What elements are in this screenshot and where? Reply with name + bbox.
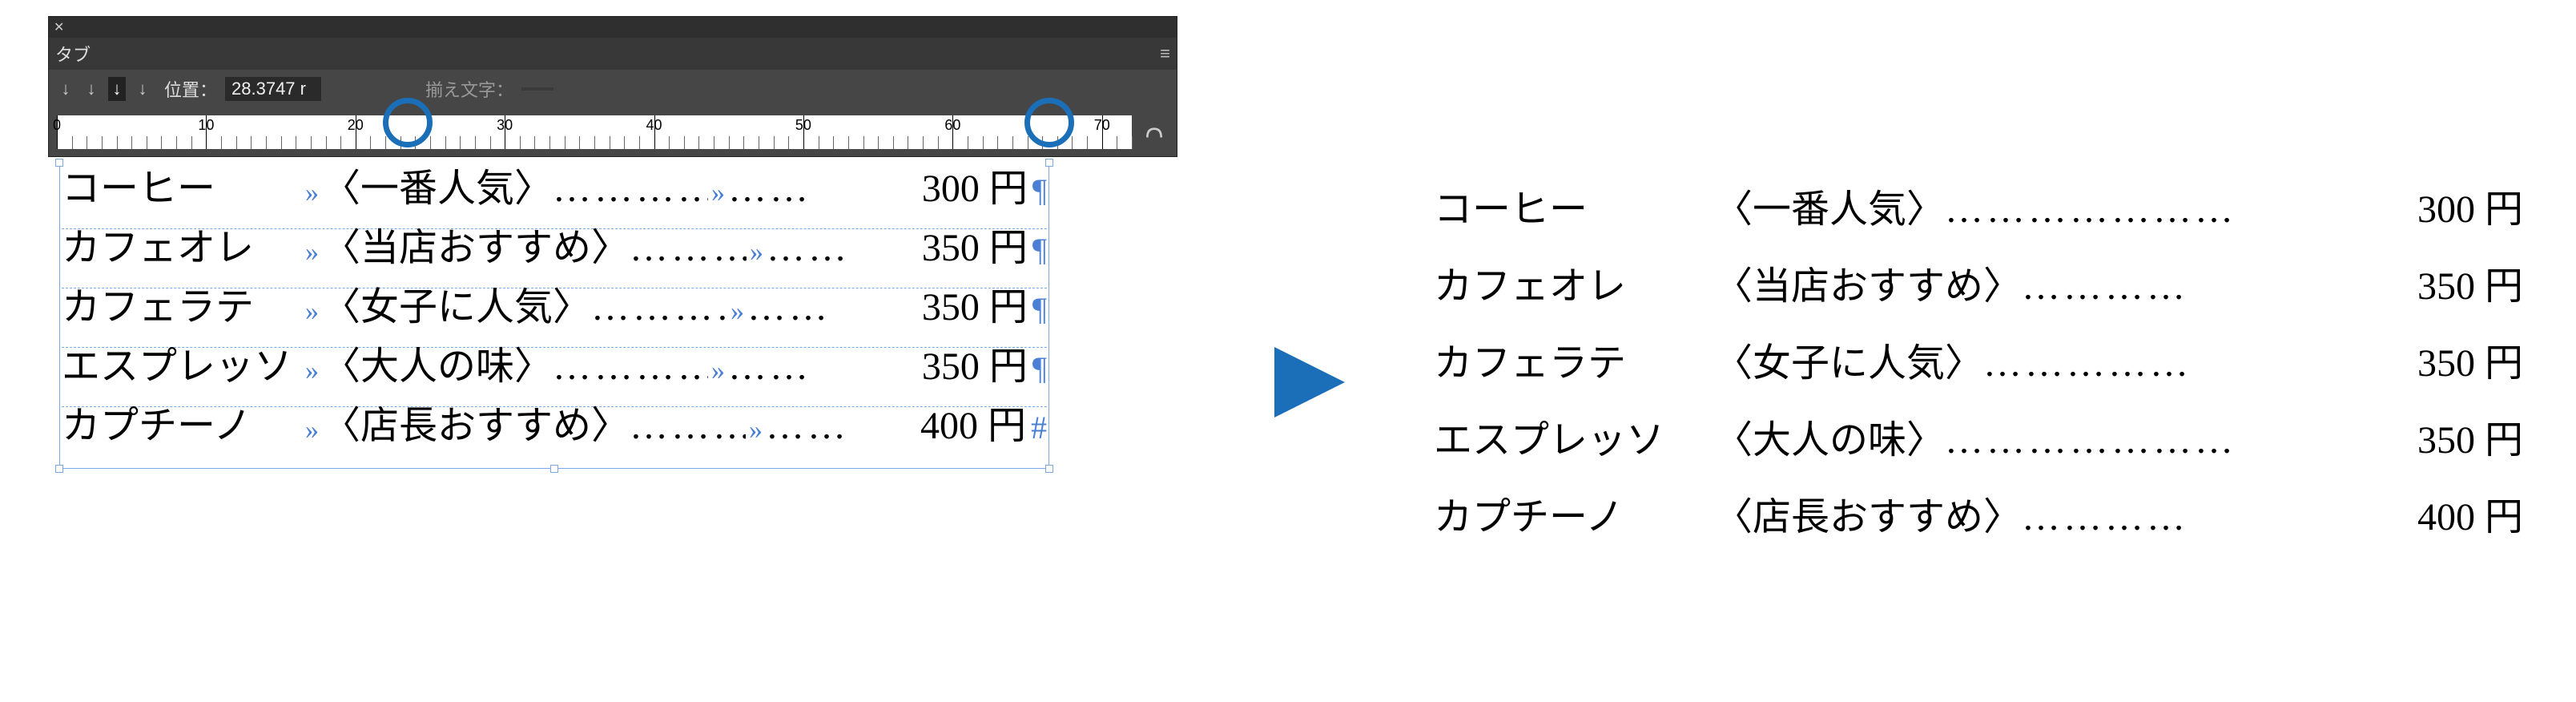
tab-align-decimal-icon[interactable]: ↓	[134, 79, 151, 99]
item-tag: 〈当店おすすめ〉	[1714, 268, 2022, 306]
panel-tab-row: タブ ≡	[49, 38, 1177, 70]
menu-line: エスプレッソ〈大人の味〉…………………350 円	[1434, 422, 2523, 498]
item-name: エスプレッソ	[62, 348, 302, 386]
tab-mark-icon: »	[708, 180, 728, 207]
ruler-tick-label: 40	[646, 117, 662, 134]
item-name: カフェラテ	[62, 288, 302, 327]
item-price: 400 円	[2371, 498, 2523, 537]
item-price: 350 円	[883, 348, 1028, 386]
ruler-tick-label: 0	[53, 117, 61, 134]
leader-input[interactable]	[521, 87, 553, 91]
menu-line: カプチーノ〈店長おすすめ〉…………400 円	[1434, 498, 2523, 575]
leader-dots: …………………	[553, 348, 708, 386]
leader-dots: ……	[728, 170, 883, 208]
leader-dots: …………	[630, 229, 747, 268]
tab-mark-icon: »	[302, 298, 322, 325]
leader-dots: …………	[630, 407, 746, 446]
arrow-right-icon	[1266, 338, 1354, 430]
leader-dots: …………………	[553, 170, 708, 208]
tab-mark-icon: »	[708, 357, 728, 385]
leader-dots: …………	[2022, 268, 2371, 306]
position-input[interactable]: 28.3747 r	[225, 77, 321, 101]
tab-mark-icon: »	[302, 180, 322, 207]
item-name: カフェオレ	[1434, 268, 1690, 306]
position-label: 位置：	[164, 76, 217, 102]
item-price: 350 円	[2371, 268, 2523, 306]
leader-dots: ……	[747, 288, 883, 327]
tab-align-center-icon[interactable]: ↓	[83, 79, 100, 99]
leader-dots: ……	[766, 407, 882, 446]
menu-line[interactable]: カプチーノ»〈店長おすすめ〉…………»……400 円#	[62, 407, 1047, 466]
ruler-row: 0 10 20 30 40 50 60 70	[49, 108, 1177, 156]
leader-dots: …………………	[1945, 422, 2371, 460]
tab-mark-icon: »	[302, 417, 322, 444]
item-price: 350 円	[883, 288, 1028, 327]
item-tag: 〈店長おすすめ〉	[322, 407, 630, 446]
tabs-panel: ✕ タブ ≡ ↓ ↓ ↓ ↓ 位置： 28.3747 r 揃え文字： 0 10 20…	[48, 16, 1177, 157]
menu-line[interactable]: コーヒー»〈一番人気〉…………………»……300 円¶	[62, 170, 1047, 229]
leader-dots: ……	[767, 229, 883, 268]
leader-dots: ……………	[591, 288, 727, 327]
tab-mark-icon: »	[302, 357, 322, 385]
panel-title[interactable]: タブ	[55, 41, 91, 67]
item-price: 300 円	[883, 170, 1028, 208]
item-tag: 〈一番人気〉	[322, 170, 553, 208]
leader-dots: …………………	[1945, 191, 2371, 229]
tab-ruler[interactable]: 010203040506070	[57, 115, 1132, 149]
menu-line[interactable]: カフェオレ»〈当店おすすめ〉…………»……350 円¶	[62, 229, 1047, 288]
tab-mark-icon: »	[746, 417, 766, 444]
leader-label: 揃え文字：	[425, 76, 513, 102]
text-result-right: コーヒー〈一番人気〉…………………300 円カフェオレ〈当店おすすめ〉…………3…	[1434, 191, 2523, 575]
item-tag: 〈一番人気〉	[1714, 191, 1945, 229]
tab-mark-icon: »	[747, 239, 767, 266]
text-frame-left[interactable]: コーヒー»〈一番人気〉…………………»……300 円¶カフェオレ»〈当店おすすめ…	[59, 163, 1049, 469]
panel-controls-row: ↓ ↓ ↓ ↓ 位置： 28.3747 r 揃え文字：	[49, 70, 1177, 108]
ruler-tick-label: 30	[497, 117, 513, 134]
pilcrow-icon: ¶	[1032, 293, 1047, 325]
item-tag: 〈女子に人気〉	[1714, 345, 1983, 383]
item-name: コーヒー	[62, 170, 302, 208]
menu-line: カフェラテ〈女子に人気〉……………350 円	[1434, 345, 2523, 422]
menu-line[interactable]: エスプレッソ»〈大人の味〉…………………»……350 円¶	[62, 348, 1047, 407]
leader-dots: ……	[728, 348, 883, 386]
menu-line: コーヒー〈一番人気〉…………………300 円	[1434, 191, 2523, 268]
item-tag: 〈女子に人気〉	[322, 288, 591, 327]
panel-titlebar[interactable]: ✕	[49, 17, 1177, 38]
close-icon[interactable]: ✕	[54, 19, 64, 35]
tab-align-right-icon[interactable]: ↓	[108, 77, 126, 101]
ruler-tick-label: 20	[348, 117, 364, 134]
leader-dots: …………	[2022, 498, 2371, 537]
item-tag: 〈大人の味〉	[1714, 422, 1945, 460]
menu-line[interactable]: カフェラテ»〈女子に人気〉……………»……350 円¶	[62, 288, 1047, 348]
tab-mark-icon: »	[302, 239, 322, 266]
ruler-tick-label: 10	[198, 117, 214, 134]
ruler-tick-label: 50	[795, 117, 811, 134]
item-name: カフェラテ	[1434, 345, 1690, 383]
pilcrow-icon: ¶	[1032, 234, 1047, 266]
menu-line: カフェオレ〈当店おすすめ〉…………350 円	[1434, 268, 2523, 345]
tab-mark-icon: »	[727, 298, 747, 325]
item-name: エスプレッソ	[1434, 422, 1690, 460]
pilcrow-icon: ¶	[1032, 175, 1047, 207]
item-price: 350 円	[2371, 345, 2523, 383]
item-tag: 〈店長おすすめ〉	[1714, 498, 2022, 537]
item-name: カプチーノ	[62, 407, 302, 446]
ruler-tick-label: 60	[944, 117, 960, 134]
item-price: 350 円	[883, 229, 1028, 268]
item-tag: 〈当店おすすめ〉	[322, 229, 630, 268]
item-price: 350 円	[2371, 422, 2523, 460]
end-of-story-icon: #	[1031, 412, 1047, 444]
pilcrow-icon: ¶	[1032, 353, 1047, 385]
panel-menu-icon[interactable]: ≡	[1160, 43, 1170, 64]
item-name: カプチーノ	[1434, 498, 1690, 537]
item-price: 300 円	[2371, 191, 2523, 229]
ruler-tick-label: 70	[1094, 117, 1110, 134]
item-tag: 〈大人の味〉	[322, 348, 553, 386]
tab-align-left-icon[interactable]: ↓	[57, 79, 74, 99]
item-name: カフェオレ	[62, 229, 302, 268]
leader-dots: ……………	[1983, 345, 2371, 383]
item-name: コーヒー	[1434, 191, 1690, 229]
snap-to-frame-icon[interactable]	[1140, 118, 1169, 147]
item-price: 400 円	[882, 407, 1026, 446]
